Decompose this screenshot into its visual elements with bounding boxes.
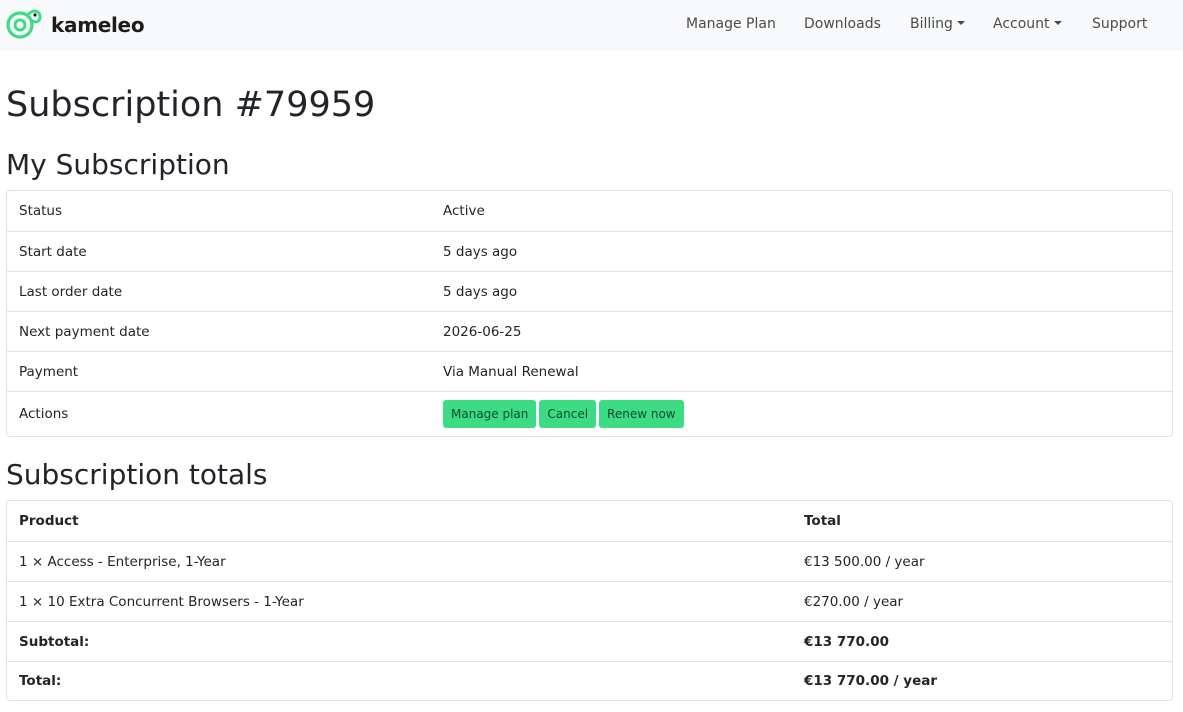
brand-logo-link[interactable]: kameleo [6, 6, 145, 44]
my-subscription-heading: My Subscription [6, 148, 230, 181]
chameleon-logo-icon [6, 6, 42, 44]
row-label: Next payment date [19, 323, 150, 340]
caret-down-icon [956, 21, 965, 25]
table-row: Next payment date 2026-06-25 [7, 311, 1172, 351]
row-label: Payment [19, 363, 79, 380]
row-label: Start date [19, 243, 87, 260]
last-order-date-value: 5 days ago [443, 283, 518, 300]
table-row: Start date 5 days ago [7, 231, 1172, 271]
nav-billing-label: Billing [910, 16, 953, 32]
total-value: €13 770.00 / year [804, 673, 938, 689]
subscription-totals-heading: Subscription totals [6, 458, 268, 491]
total-row: Total: €13 770.00 / year [7, 661, 1172, 700]
cancel-button[interactable]: Cancel [539, 400, 597, 428]
product-name: 1 × Access - Enterprise, 1-Year [19, 553, 226, 570]
brand-name: kameleo [51, 13, 145, 37]
nav-support[interactable]: Support [1092, 15, 1147, 33]
payment-method-value: Via Manual Renewal [443, 363, 579, 380]
row-label: Actions [19, 406, 69, 422]
nav-account-dropdown[interactable]: Account [993, 15, 1062, 33]
table-header-row: Product Total [7, 501, 1172, 541]
nav-downloads[interactable]: Downloads [804, 15, 881, 33]
subtotal-row: Subtotal: €13 770.00 [7, 621, 1172, 661]
manage-plan-button[interactable]: Manage plan [443, 400, 537, 428]
column-header-total: Total [804, 513, 841, 529]
product-name: 1 × 10 Extra Concurrent Browsers - 1-Yea… [19, 593, 304, 610]
table-row: Payment Via Manual Renewal [7, 351, 1172, 391]
table-row: 1 × Access - Enterprise, 1-Year €13 500.… [7, 541, 1172, 581]
total-label: Total: [19, 673, 62, 689]
top-navbar: kameleo Manage Plan Downloads Billing Ac… [0, 0, 1183, 51]
subscription-details-table: Status Active Start date 5 days ago Last… [6, 190, 1173, 437]
nav-manage-plan[interactable]: Manage Plan [686, 15, 776, 33]
next-payment-date-value: 2026-06-25 [443, 323, 522, 340]
subscription-totals-table: Product Total 1 × Access - Enterprise, 1… [6, 500, 1173, 701]
table-row: Actions Manage plan Cancel Renew now [7, 391, 1172, 436]
renew-now-button[interactable]: Renew now [599, 400, 684, 428]
caret-down-icon [1053, 21, 1062, 25]
product-total: €270.00 / year [804, 593, 904, 610]
table-row: 1 × 10 Extra Concurrent Browsers - 1-Yea… [7, 581, 1172, 621]
subtotal-value: €13 770.00 [804, 633, 889, 650]
column-header-product: Product [19, 513, 79, 529]
nav-billing-dropdown[interactable]: Billing [910, 15, 965, 33]
row-label: Last order date [19, 283, 123, 300]
actions-group: Manage plan Cancel Renew now [443, 392, 687, 436]
start-date-value: 5 days ago [443, 243, 518, 260]
subtotal-label: Subtotal: [19, 633, 90, 650]
product-total: €13 500.00 / year [804, 553, 925, 570]
table-row: Last order date 5 days ago [7, 271, 1172, 311]
page-title: Subscription #79959 [6, 85, 376, 125]
row-label: Status [19, 203, 63, 219]
table-row: Status Active [7, 191, 1172, 231]
status-value: Active [443, 203, 485, 219]
nav-account-label: Account [993, 16, 1050, 32]
